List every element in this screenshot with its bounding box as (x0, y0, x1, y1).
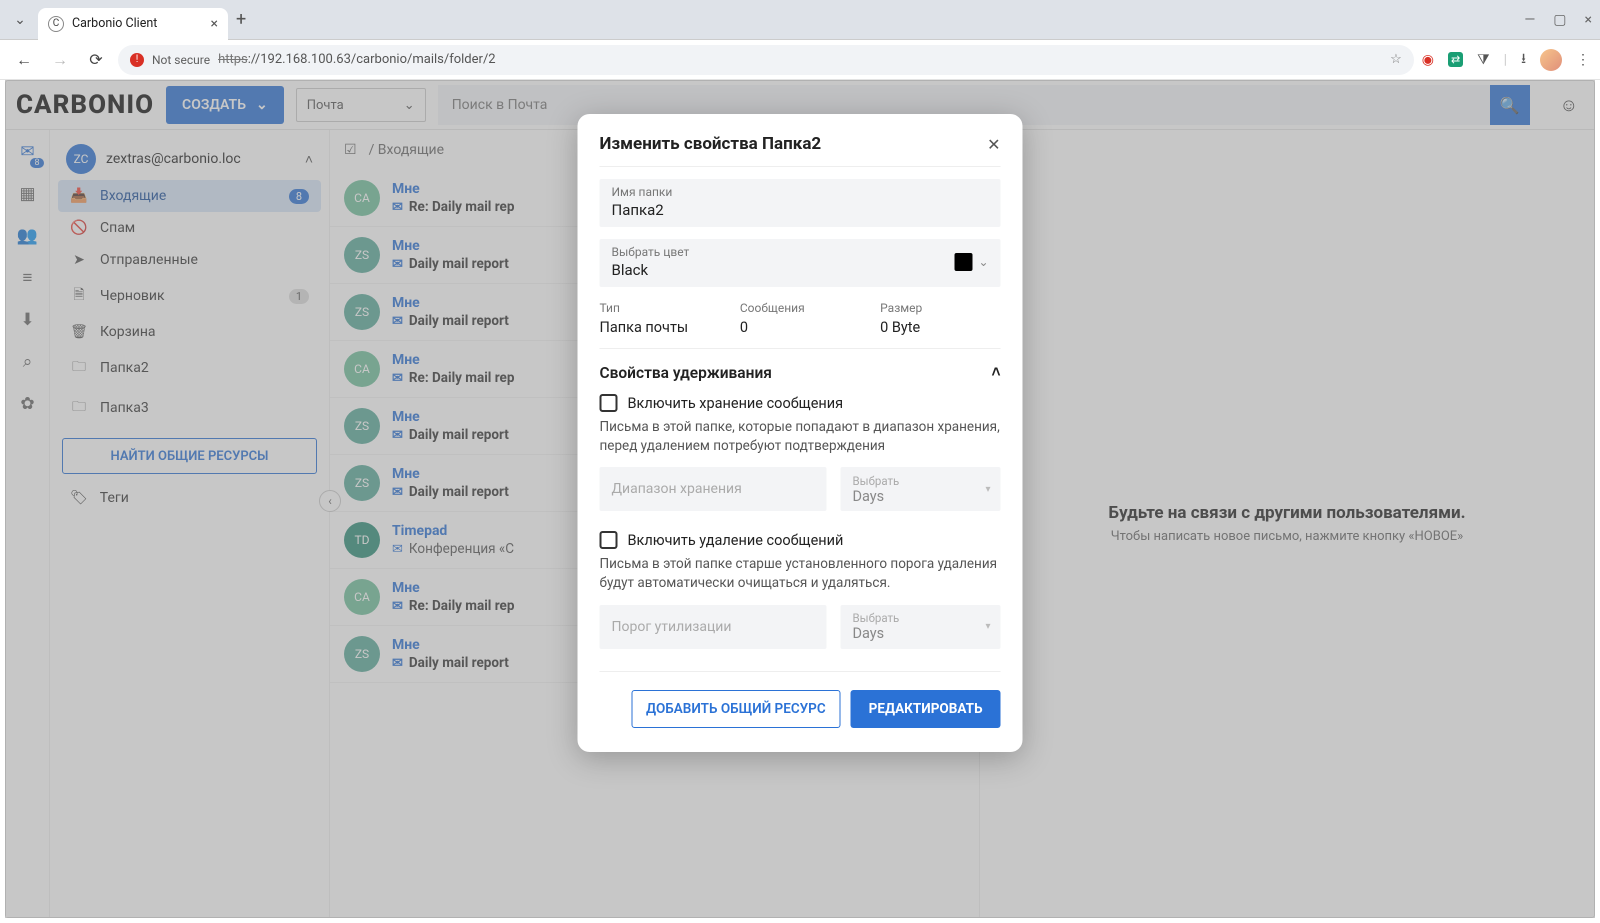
kebab-menu-icon[interactable]: ⋮ (1576, 52, 1590, 68)
retain-unit-label: Выбрать (853, 474, 900, 488)
delete-unit-value: Days (853, 625, 885, 642)
back-button[interactable]: ← (10, 46, 38, 74)
window-close-icon[interactable]: × (1585, 12, 1592, 28)
close-icon[interactable]: × (211, 16, 218, 32)
folder-name-label: Имя папки (612, 185, 989, 199)
meta-size-label: Размер (880, 301, 1000, 315)
maximize-icon[interactable]: ▢ (1553, 12, 1566, 28)
modal-title: Изменить свойства Папка2 (600, 134, 822, 154)
retain-checkbox-label: Включить хранение сообщения (628, 395, 844, 412)
retain-range-placeholder: Диапазон хранения (612, 481, 742, 497)
forward-button[interactable]: → (46, 46, 74, 74)
delete-unit-label: Выбрать (853, 611, 900, 625)
meta-msgs-value: 0 (740, 319, 860, 336)
translate-icon[interactable]: ⇄ (1448, 52, 1463, 67)
folder-name-value: Папка2 (612, 201, 989, 219)
meta-size-value: 0 Byte (880, 319, 1000, 336)
chevron-down-icon: ⌄ (978, 255, 988, 269)
record-icon[interactable]: ◉ (1422, 52, 1434, 68)
folder-color-label: Выбрать цвет (612, 245, 690, 259)
browser-tab-strip: ⌄ C Carbonio Client × + — ▢ × (0, 0, 1600, 40)
meta-msgs-label: Сообщения (740, 301, 860, 315)
chevron-up-icon: ˄ (991, 363, 1000, 382)
retain-checkbox[interactable] (600, 394, 618, 412)
delete-checkbox[interactable] (600, 531, 618, 549)
not-secure-icon: ! (130, 53, 144, 67)
delete-range-placeholder: Порог утилизации (612, 619, 732, 635)
divider (600, 671, 1001, 672)
edit-button[interactable]: РЕДАКТИРОВАТЬ (851, 690, 1001, 728)
tab-favicon-icon: C (48, 16, 64, 32)
folder-color-select[interactable]: Выбрать цвет Black ⌄ (600, 239, 1001, 287)
window-controls: — ▢ × (1524, 12, 1592, 28)
meta-type-label: Тип (600, 301, 720, 315)
folder-meta: Тип Папка почты Сообщения 0 Размер 0 Byt… (600, 301, 1001, 349)
browser-tab[interactable]: C Carbonio Client × (38, 8, 228, 40)
delete-checkbox-label: Включить удаление сообщений (628, 532, 844, 549)
downloads-icon[interactable]: ⭳ (1521, 48, 1526, 72)
tab-title: Carbonio Client (72, 16, 203, 31)
folder-color-value: Black (612, 261, 690, 279)
retain-range-input[interactable]: Диапазон хранения (600, 467, 827, 511)
bookmark-icon[interactable]: ☆ (1390, 52, 1402, 67)
tab-list-dropdown[interactable]: ⌄ (8, 8, 32, 32)
delete-range-input[interactable]: Порог утилизации (600, 605, 827, 649)
meta-type-value: Папка почты (600, 319, 720, 336)
delete-unit-select[interactable]: Выбрать Days ▾ (841, 605, 1001, 649)
delete-description: Письма в этой папке старше установленног… (600, 555, 1001, 592)
url-text: https://192.168.100.63/carbonio/mails/fo… (218, 52, 496, 67)
retention-section-header[interactable]: Свойства удерживания ˄ (600, 363, 1001, 382)
retain-unit-select[interactable]: Выбрать Days ▾ (841, 467, 1001, 511)
close-icon[interactable]: ✕ (987, 135, 1000, 154)
folder-properties-modal: Изменить свойства Папка2 ✕ Имя папки Пап… (578, 114, 1023, 752)
retain-unit-value: Days (853, 488, 885, 505)
reload-button[interactable]: ⟳ (82, 46, 110, 74)
extensions-icon[interactable]: ⧩ (1477, 52, 1490, 68)
add-share-button[interactable]: ДОБАВИТЬ ОБЩИЙ РЕСУРС (631, 690, 841, 728)
minimize-icon[interactable]: — (1524, 12, 1535, 28)
divider: | (1504, 52, 1507, 68)
new-tab-button[interactable]: + (236, 9, 246, 30)
address-bar[interactable]: ! Not secure https://192.168.100.63/carb… (118, 45, 1414, 75)
chevron-down-icon: ▾ (985, 484, 990, 495)
color-swatch-icon (954, 253, 972, 271)
retain-description: Письма в этой папке, которые попадают в … (600, 418, 1001, 455)
folder-name-field[interactable]: Имя папки Папка2 (600, 179, 1001, 227)
browser-toolbar: ← → ⟳ ! Not secure https://192.168.100.6… (0, 40, 1600, 80)
retention-title: Свойства удерживания (600, 364, 772, 382)
chevron-down-icon: ▾ (985, 621, 990, 632)
profile-avatar[interactable] (1540, 49, 1562, 71)
not-secure-label: Not secure (152, 53, 210, 67)
